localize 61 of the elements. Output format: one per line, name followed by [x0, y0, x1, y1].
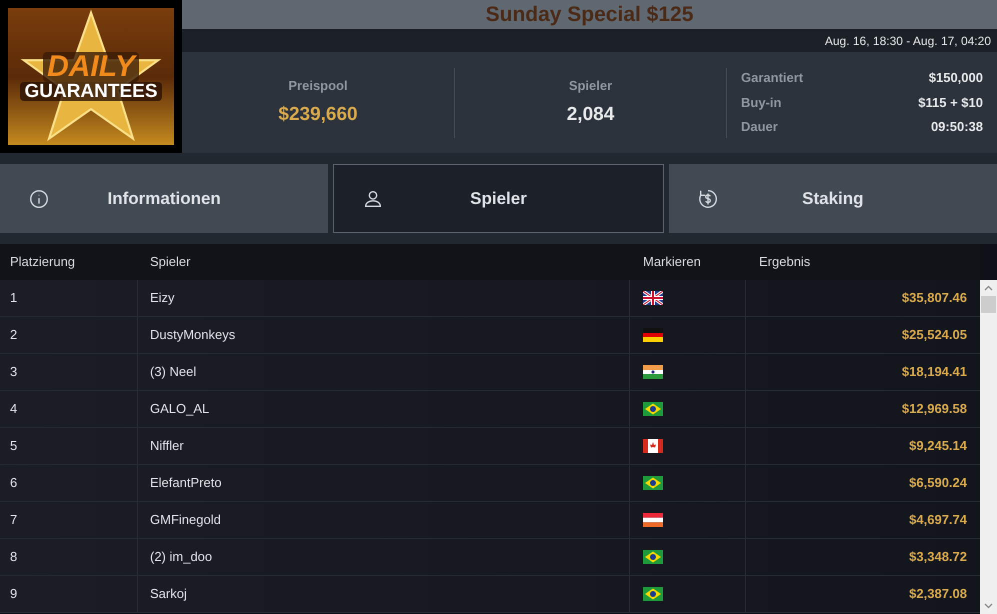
table-cell-text: 1: [10, 289, 18, 308]
column-header: Spieler: [150, 254, 190, 270]
table-cell-text: $35,807.46: [902, 289, 967, 308]
detail-label: Garantiert: [741, 69, 804, 88]
table-cell-text: $6,590.24: [909, 474, 967, 492]
table-cell-text: GMFinegold: [150, 511, 221, 530]
scrollbar[interactable]: [980, 280, 997, 614]
stat-value: $239,660: [278, 103, 358, 127]
table-cell-text: Eizy: [150, 289, 175, 308]
logo-text: GUARANTEES: [20, 82, 162, 101]
table-cell-text: 8: [10, 548, 18, 566]
flag-icon: [643, 402, 663, 416]
table-cell-text: ElefantPreto: [150, 474, 222, 492]
table-cell-text: $9,245.14: [909, 437, 967, 456]
stat-label: Preispool: [288, 76, 348, 95]
detail-value: $115 + $10: [918, 94, 983, 112]
table-cell-text: $3,348.72: [909, 548, 967, 566]
flag-icon: [643, 476, 663, 490]
table-cell-text: $18,194.41: [902, 363, 967, 382]
detail-label: Dauer: [741, 118, 778, 136]
table-cell-text: (2) im_doo: [150, 548, 212, 566]
tab[interactable]: Spieler: [333, 164, 664, 233]
tournament-title: Sunday Special $125: [486, 2, 694, 28]
info-icon: [28, 188, 50, 210]
table-cell-text: $2,387.08: [909, 585, 967, 604]
table-cell-text: 5: [10, 437, 18, 456]
table-cell-text: 4: [10, 400, 18, 418]
table-cell-text: $4,697.74: [909, 511, 967, 530]
table-cell-text: $12,969.58: [902, 400, 967, 418]
table-cell-text: 9: [10, 585, 18, 604]
detail-label: Buy-in: [741, 94, 782, 112]
flag-icon: [643, 365, 663, 379]
tab[interactable]: Staking: [668, 164, 997, 233]
date-range: Aug. 16, 18:30 - Aug. 17, 04:20: [824, 32, 991, 50]
flag-icon: [643, 439, 663, 453]
flag-icon: [643, 513, 663, 527]
scrollbar-thumb[interactable]: [981, 296, 996, 313]
table-cell-text: $25,524.05: [902, 326, 967, 344]
column-header: Markieren: [643, 254, 701, 270]
table-cell-text: GALO_AL: [150, 400, 210, 418]
flag-icon: [643, 328, 663, 342]
table-cell-text: Niffler: [150, 437, 184, 456]
detail-value: 09:50:38: [930, 118, 983, 136]
table-cell-text: 6: [10, 474, 18, 492]
column-header: Ergebnis: [759, 254, 810, 270]
dollar-circle-icon: [696, 188, 719, 210]
table-cell-text: (3) Neel: [150, 363, 196, 382]
flag-icon: [643, 587, 663, 601]
flag-icon: [643, 291, 663, 305]
table-cell-text: 2: [10, 326, 18, 344]
table-cell-text: 7: [10, 511, 18, 530]
logo-text: DAILY: [43, 52, 139, 82]
detail-value: $150,000: [928, 69, 983, 88]
table-cell-text: 3: [10, 363, 18, 382]
table-cell-text: Sarkoj: [150, 585, 187, 604]
table-cell-text: DustyMonkeys: [150, 326, 236, 344]
column-header: Platzierung: [10, 254, 76, 270]
stat-label: Spieler: [568, 76, 612, 95]
tab[interactable]: Informationen: [0, 164, 328, 233]
flag-icon: [643, 550, 663, 564]
stat-value: 2,084: [566, 103, 614, 127]
